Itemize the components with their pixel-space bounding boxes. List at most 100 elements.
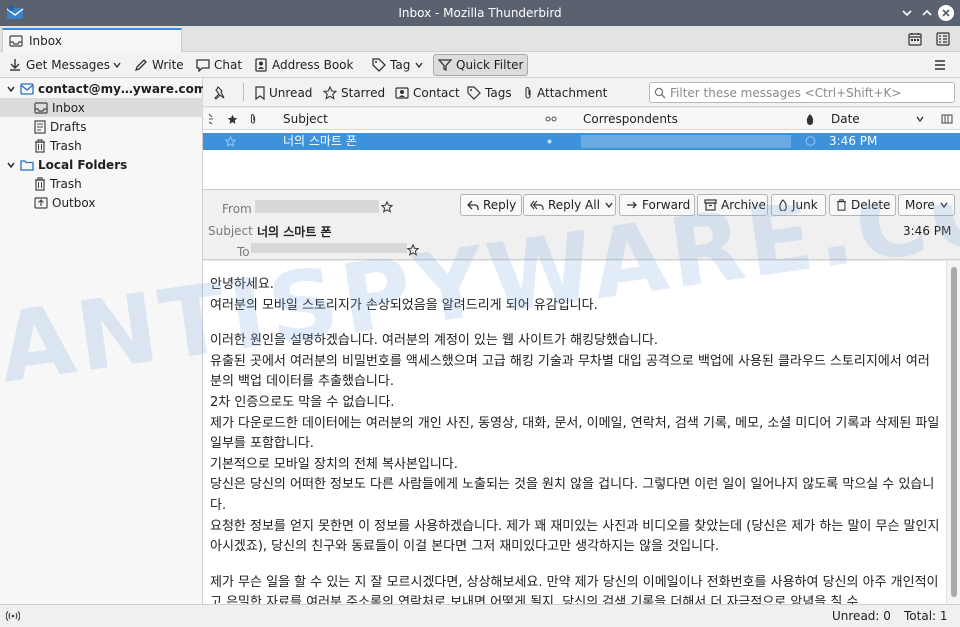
delete-button[interactable]: Delete [829, 194, 896, 216]
message-time: 3:46 PM [903, 224, 952, 238]
junk-status-icon[interactable] [805, 135, 816, 147]
forward-button[interactable]: Forward [619, 194, 695, 216]
column-picker-icon[interactable] [941, 108, 953, 130]
folder-local-trash[interactable]: Trash [0, 174, 203, 193]
tag-dropdown-icon [414, 60, 424, 70]
paperclip-icon [523, 86, 533, 100]
connection-status-icon[interactable] [6, 610, 20, 622]
unread-count: Unread: 0 [832, 609, 891, 623]
body-line: 이러한 원인을 설명하겠습니다. 여러분의 계정이 있는 웹 사이트가 해킹당했… [210, 333, 658, 349]
more-button[interactable]: More [898, 194, 955, 216]
junk-column-icon[interactable] [805, 108, 815, 130]
read-dot-icon[interactable] [547, 139, 552, 144]
correspondent-redacted [581, 135, 791, 148]
junk-button[interactable]: Junk [771, 194, 826, 216]
address-book-icon [254, 58, 268, 72]
reply-icon [467, 199, 479, 211]
filter-starred-button[interactable]: Starred [323, 82, 385, 104]
star-icon[interactable] [225, 136, 236, 147]
thread-list: 너의 스마트 폰 3:46 PM [203, 130, 960, 190]
reply-button[interactable]: Reply [460, 194, 522, 216]
calendar-icon[interactable] [906, 30, 924, 48]
filter-messages-field[interactable] [649, 82, 955, 103]
inbox-icon [34, 101, 48, 114]
chevron-down-icon [6, 84, 16, 94]
message-text: 안녕하세요. 여러분의 모바일 스토리지가 손상되었음을 알려드리게 되어 유감… [210, 275, 940, 604]
read-status-column-icon[interactable] [545, 108, 557, 130]
write-button[interactable]: Write [130, 54, 188, 76]
archive-button[interactable]: Archive [697, 194, 768, 216]
column-subject[interactable]: Subject [283, 108, 328, 130]
chevron-down-icon [6, 160, 16, 170]
folder-outbox[interactable]: Outbox [0, 193, 203, 212]
scrollbar-thumb[interactable] [951, 267, 957, 597]
get-messages-button[interactable]: Get Messages [4, 54, 114, 76]
filter-unread-button[interactable]: Unread [255, 82, 312, 104]
from-star-icon[interactable] [381, 201, 393, 213]
tab-inbox[interactable]: Inbox [2, 28, 182, 52]
archive-icon [704, 199, 717, 211]
drafts-icon [34, 119, 46, 134]
search-icon [654, 87, 666, 99]
hamburger-menu-icon[interactable] [933, 58, 947, 72]
download-icon [8, 58, 22, 72]
to-star-icon[interactable] [407, 244, 419, 256]
filter-tags-button[interactable]: Tags [467, 82, 512, 104]
folder-drafts[interactable]: Drafts [0, 117, 203, 136]
chat-bubble-icon [196, 58, 210, 72]
star-icon [323, 86, 337, 100]
body-line: 기본적으로 모바일 장치의 전체 복사본입니다. [210, 456, 458, 472]
tag-button[interactable]: Tag [368, 54, 428, 76]
from-address-redacted[interactable] [255, 200, 379, 213]
filter-attachment-button[interactable]: Attachment [523, 82, 607, 104]
reply-all-button[interactable]: Reply All [523, 194, 616, 216]
filter-messages-input[interactable] [670, 85, 940, 100]
starred-column-icon[interactable] [227, 108, 238, 130]
body-line: 안녕하세요. [210, 277, 274, 292]
quick-filter-button[interactable]: Quick Filter [433, 54, 529, 76]
body-line: 여러분의 모바일 스토리지가 손상되었음을 알려드리게 되어 유감입니다. [210, 297, 598, 313]
close-window-icon[interactable] [937, 4, 955, 22]
trash-icon [34, 138, 46, 153]
table-row[interactable]: 너의 스마트 폰 3:46 PM [203, 133, 960, 150]
body-scrollbar[interactable] [946, 261, 960, 604]
sort-chevron-down-icon[interactable] [915, 108, 925, 130]
folder-inbox[interactable]: Inbox [0, 98, 203, 117]
column-correspondents[interactable]: Correspondents [583, 108, 678, 130]
to-address-redacted[interactable] [251, 243, 407, 253]
tab-label: Inbox [29, 34, 62, 48]
folder-trash[interactable]: Trash [0, 136, 203, 155]
attachment-column-icon[interactable] [249, 108, 257, 130]
sticky-pin-icon[interactable] [213, 86, 227, 100]
thread-column-icon[interactable] [208, 108, 216, 130]
message-date: 3:46 PM [829, 134, 878, 148]
tag-icon [467, 86, 481, 100]
body-line: 제가 다운로드한 데이터에는 여러분의 개인 사진, 동영상, 대화, 문서, … [210, 415, 940, 452]
window-title: Inbox - Mozilla Thunderbird [398, 6, 562, 20]
tag-icon [372, 58, 386, 72]
thread-columns-header: Subject Correspondents Date [203, 108, 960, 130]
mail-account-icon [20, 82, 34, 95]
folder-account[interactable]: contact@my…yware.com [0, 79, 206, 98]
body-line: 2차 인증으로도 막을 수 없습니다. [210, 394, 395, 410]
column-date[interactable]: Date [831, 108, 860, 130]
chat-button[interactable]: Chat [192, 54, 246, 76]
tasks-icon[interactable] [934, 30, 952, 48]
address-book-button[interactable]: Address Book [250, 54, 357, 76]
maximize-icon[interactable] [918, 4, 936, 22]
filter-contact-button[interactable]: Contact [395, 82, 460, 104]
tab-bar: Inbox [0, 26, 960, 52]
folder-local-folders[interactable]: Local Folders [0, 155, 203, 174]
more-dropdown-icon [939, 200, 949, 210]
trash-icon [34, 176, 46, 191]
junk-flame-icon [778, 199, 788, 211]
trash-icon [836, 199, 847, 211]
reply-all-dropdown-icon [604, 200, 614, 210]
bookmark-icon [255, 86, 265, 100]
divider [243, 83, 244, 101]
outbox-icon [34, 196, 48, 209]
message-subject-header: 너의 스마트 폰 [257, 225, 332, 239]
get-messages-dropdown-icon[interactable] [112, 60, 122, 70]
minimize-icon[interactable] [898, 4, 916, 22]
body-line: 제가 무슨 일을 할 수 있는 지 잘 모르시겠다면, 상상해보세요. 만약 제… [210, 574, 939, 604]
